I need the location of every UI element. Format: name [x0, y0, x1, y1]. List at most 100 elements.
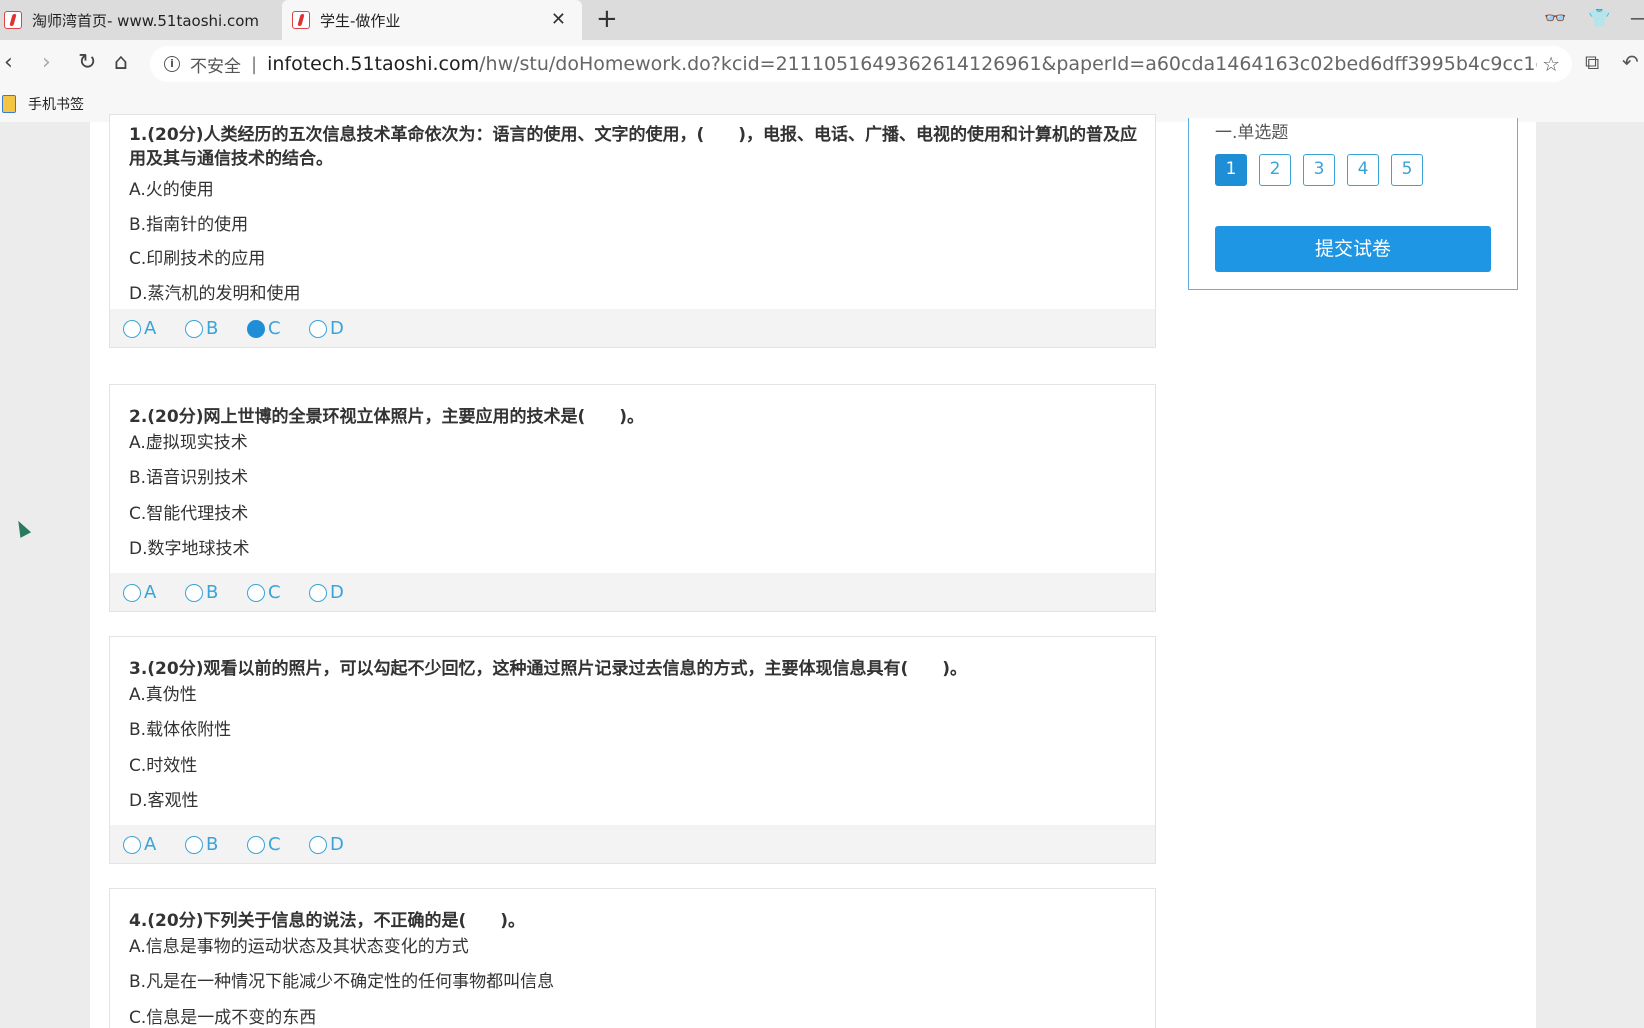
question-nav-1[interactable]: 1	[1215, 154, 1247, 186]
bookmark-label: 手机书签	[28, 97, 84, 113]
url-host: infotech.51taoshi.com	[267, 53, 480, 75]
question-option: B.载体依附性	[129, 720, 232, 740]
radio-a[interactable]: A	[123, 834, 156, 855]
radio-c[interactable]: C	[247, 318, 281, 339]
question-option: B.指南针的使用	[129, 215, 249, 235]
radio-label: D	[330, 834, 344, 855]
back-icon[interactable]: ‹	[4, 50, 13, 75]
info-icon[interactable]: i	[164, 56, 180, 72]
radio-label: C	[268, 318, 281, 339]
radio-label: C	[268, 582, 281, 603]
radio-label: B	[206, 318, 219, 339]
tab-taoshi-home[interactable]: 淘师湾首页- www.51taoshi.com	[0, 0, 282, 40]
radio-circle	[185, 583, 203, 602]
question-nav-2[interactable]: 2	[1259, 154, 1291, 186]
question-option: C.印刷技术的应用	[129, 249, 266, 269]
radio-circle	[123, 319, 141, 338]
radio-b[interactable]: B	[185, 582, 218, 603]
url-path: /hw/stu/doHomework.do?kcid=2111051649362…	[479, 53, 1537, 75]
minimize-icon[interactable]: —	[1630, 8, 1644, 29]
radio-circle	[309, 319, 327, 338]
address-bar[interactable]: i 不安全 | infotech.51taoshi.com/hw/stu/doH…	[150, 46, 1572, 82]
radio-d[interactable]: D	[309, 582, 344, 603]
radio-c[interactable]: C	[247, 834, 281, 855]
radio-circle	[247, 583, 265, 602]
home-icon[interactable]: ⌂	[114, 50, 128, 75]
question-option: A.虚拟现实技术	[129, 433, 248, 453]
radio-b[interactable]: B	[185, 834, 218, 855]
question-card-3: 3.(20分)观看以前的照片，可以勾起不少回忆，这种通过照片记录过去信息的方式，…	[109, 636, 1156, 864]
question-title: 1.(20分)人类经历的五次信息技术革命依次为：语言的使用、文字的使用，( )，…	[129, 125, 1138, 169]
radio-b[interactable]: B	[185, 318, 218, 339]
reload-icon[interactable]: ↻	[78, 50, 96, 75]
radio-circle	[123, 835, 141, 854]
radio-label: D	[330, 318, 344, 339]
radio-d[interactable]: D	[309, 834, 344, 855]
question-option: C.智能代理技术	[129, 504, 249, 524]
question-card-4: 4.(20分)下列关于信息的说法，不正确的是( )。 A.信息是事物的运动状态及…	[109, 888, 1156, 1028]
radio-circle	[247, 835, 265, 854]
forward-icon[interactable]: ›	[42, 50, 51, 75]
question-option: C.时效性	[129, 756, 198, 776]
close-icon[interactable]: ✕	[551, 9, 566, 30]
question-title: 4.(20分)下列关于信息的说法，不正确的是( )。	[129, 911, 526, 931]
question-option: A.真伪性	[129, 685, 197, 705]
radio-circle	[309, 835, 327, 854]
tab-bar: 淘师湾首页- www.51taoshi.com 学生-做作业 ✕ + 👓 👕 —	[0, 0, 1644, 40]
question-navigator: 一.单选题 1 2 3 4 5 提交试卷	[1188, 118, 1518, 290]
section-heading: 一.单选题	[1215, 123, 1289, 143]
bookmark-mobile[interactable]: 手机书签	[2, 94, 84, 114]
question-title: 2.(20分)网上世博的全景环视立体照片，主要应用的技术是( )。	[129, 407, 645, 427]
radio-label: A	[144, 318, 157, 339]
extensions-icon[interactable]: ⧉	[1585, 50, 1599, 74]
homework-content: 1.(20分)人类经历的五次信息技术革命依次为：语言的使用、文字的使用，( )，…	[90, 114, 1536, 1028]
radio-circle	[309, 583, 327, 602]
radio-label: B	[206, 834, 219, 855]
radio-label: D	[330, 582, 344, 603]
question-nav-3[interactable]: 3	[1303, 154, 1335, 186]
divider: |	[251, 53, 258, 75]
question-option: D.数字地球技术	[129, 539, 250, 559]
radio-label: A	[144, 582, 157, 603]
question-option: A.信息是事物的运动状态及其状态变化的方式	[129, 937, 469, 957]
radio-circle	[185, 835, 203, 854]
radio-a[interactable]: A	[123, 318, 156, 339]
shirt-icon[interactable]: 👕	[1588, 8, 1610, 29]
submit-paper-button[interactable]: 提交试卷	[1215, 226, 1491, 272]
radio-label: B	[206, 582, 219, 603]
answer-bar: A B C D	[110, 573, 1155, 611]
page-viewport: 1.(20分)人类经历的五次信息技术革命依次为：语言的使用、文字的使用，( )，…	[0, 114, 1644, 1028]
question-option: A.火的使用	[129, 180, 214, 200]
site-favicon-icon	[4, 11, 22, 29]
question-title: 3.(20分)观看以前的照片，可以勾起不少回忆，这种通过照片记录过去信息的方式，…	[129, 659, 968, 679]
radio-d[interactable]: D	[309, 318, 344, 339]
question-option: B.凡是在一种情况下能减少不确定性的任何事物都叫信息	[129, 972, 555, 992]
radio-circle	[247, 319, 265, 338]
answer-bar: A B C D	[110, 825, 1155, 863]
incognito-icon[interactable]: 👓	[1544, 8, 1566, 29]
radio-label: C	[268, 834, 281, 855]
answer-bar: A B C D	[110, 309, 1155, 347]
radio-circle	[123, 583, 141, 602]
question-option: D.客观性	[129, 791, 199, 811]
radio-a[interactable]: A	[123, 582, 156, 603]
site-favicon-icon	[292, 11, 310, 29]
question-option: C.信息是一成不变的东西	[129, 1008, 317, 1028]
question-card-2: 2.(20分)网上世博的全景环视立体照片，主要应用的技术是( )。 A.虚拟现实…	[109, 384, 1156, 612]
bookmark-folder-icon	[2, 95, 16, 113]
security-label: 不安全	[190, 56, 241, 77]
tab-homework[interactable]: 学生-做作业 ✕	[282, 0, 582, 40]
question-option: B.语音识别技术	[129, 468, 249, 488]
bookmark-star-icon[interactable]: ☆	[1542, 52, 1560, 76]
question-nav-4[interactable]: 4	[1347, 154, 1379, 186]
new-tab-icon[interactable]: +	[596, 4, 618, 34]
tab-title: 学生-做作业	[320, 11, 401, 30]
url-text[interactable]: infotech.51taoshi.com/hw/stu/doHomework.…	[267, 53, 1537, 75]
question-option: D.蒸汽机的发明和使用	[129, 284, 301, 304]
tab-title: 淘师湾首页- www.51taoshi.com	[32, 11, 260, 30]
radio-c[interactable]: C	[247, 582, 281, 603]
question-card-1: 1.(20分)人类经历的五次信息技术革命依次为：语言的使用、文字的使用，( )，…	[109, 114, 1156, 348]
radio-label: A	[144, 834, 157, 855]
question-nav-5[interactable]: 5	[1391, 154, 1423, 186]
undo-icon[interactable]: ↶	[1622, 50, 1639, 74]
